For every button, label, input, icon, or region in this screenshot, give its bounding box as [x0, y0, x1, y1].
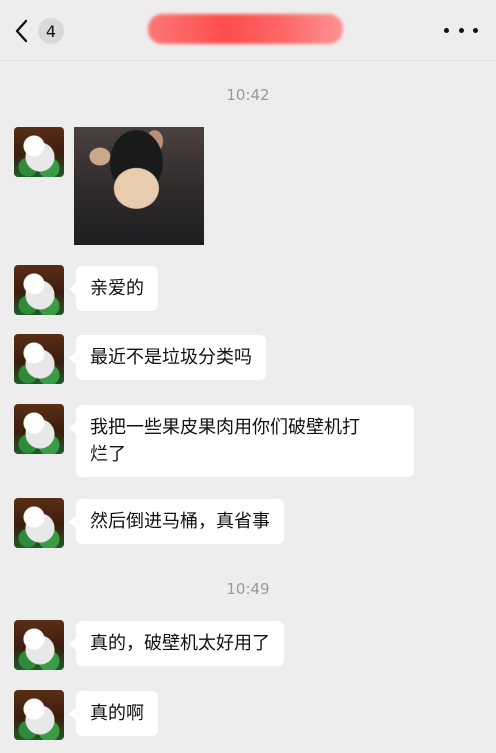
- more-dots-icon[interactable]: [444, 18, 478, 42]
- sticker-image[interactable]: [74, 127, 204, 245]
- message-bubble[interactable]: 亲爱的: [69, 266, 158, 311]
- message-bubble[interactable]: 我把一些果皮果肉用你们破壁机打 烂了: [69, 405, 414, 477]
- message-text: 真的啊: [90, 703, 144, 724]
- message-text-line: 烂了: [90, 444, 126, 465]
- avatar[interactable]: [14, 620, 64, 670]
- message-bubble[interactable]: 真的，破壁机太好用了: [69, 621, 284, 666]
- message-bubble[interactable]: 然后倒进马桶，真省事: [69, 499, 284, 544]
- avatar[interactable]: [14, 265, 64, 315]
- chevron-left-icon: [15, 19, 28, 43]
- message-text: 然后倒进马桶，真省事: [90, 511, 270, 532]
- message-text: 最近不是垃圾分类吗: [90, 347, 252, 368]
- avatar[interactable]: [14, 690, 64, 740]
- message-bubble[interactable]: 最近不是垃圾分类吗: [69, 335, 266, 380]
- unread-badge: 4: [38, 18, 64, 44]
- top-bar: 4: [0, 0, 496, 61]
- avatar[interactable]: [14, 334, 64, 384]
- back-button[interactable]: 4: [14, 14, 74, 48]
- message-text: 亲爱的: [90, 278, 144, 299]
- avatar[interactable]: [14, 498, 64, 548]
- message-text: 真的，破壁机太好用了: [90, 633, 270, 654]
- avatar[interactable]: [14, 127, 64, 177]
- redacted-chat-title: [148, 14, 343, 44]
- timestamp: 10:42: [226, 86, 270, 104]
- timestamp: 10:49: [226, 580, 270, 598]
- avatar[interactable]: [14, 404, 64, 454]
- message-text-line: 我把一些果皮果肉用你们破壁机打: [90, 417, 360, 438]
- message-bubble[interactable]: 真的啊: [69, 691, 158, 736]
